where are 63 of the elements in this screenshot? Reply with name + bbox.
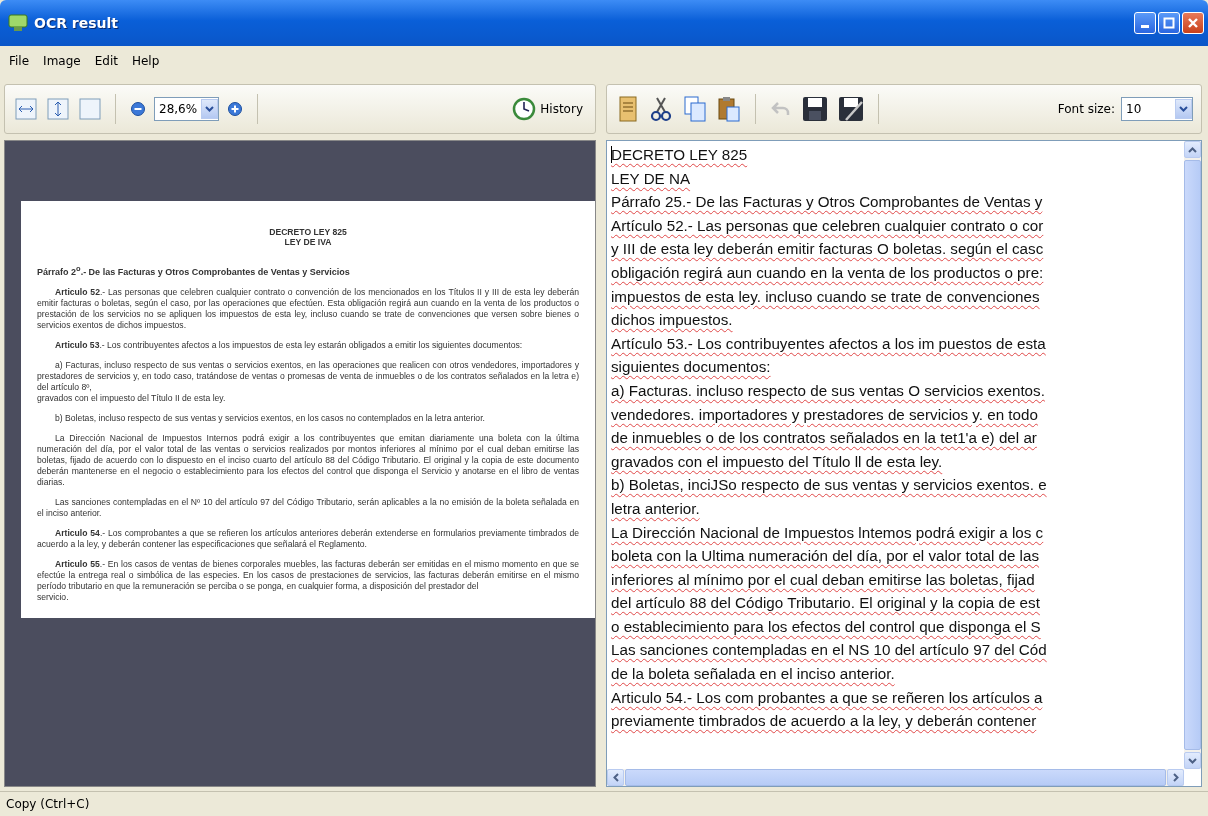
text-line: y III de esta ley deberán emitir facturas O boletas. según el casc — [611, 239, 1044, 260]
text-line: Las sanciones contempladas en el NS 10 del artículo 97 del Cód — [611, 640, 1047, 661]
document-paragraph: Las sanciones contempladas en el Nº 10 del artículo 97 del Código Tributario, serán aplicables a la no emisión de la boleta señalada en el inciso anterior. — [37, 497, 579, 519]
text-line: gravados con el impuesto del Título ll de esta ley. — [611, 451, 943, 472]
text-line: del artículo 88 del Código Tributario. El original y la copia de est — [611, 593, 1040, 614]
text-line: LEY DE NA — [611, 168, 691, 189]
text-editor[interactable] — [606, 140, 1202, 787]
maximize-icon — [1163, 17, 1175, 29]
zoom-out-button[interactable] — [128, 99, 148, 119]
text-line: Artículo 52.- Las personas que celebren cualquier contrato o cor — [611, 215, 1044, 236]
document-paragraph: gravados con el impuesto del Título II de esta ley. — [37, 393, 227, 404]
minimize-icon — [1141, 25, 1149, 28]
menu-item[interactable]: File — [4, 52, 35, 70]
close-button[interactable] — [1182, 12, 1204, 34]
minimize-button[interactable] — [1134, 12, 1156, 34]
text-line: vendedores. importadores y prestadores de servicios y. en todo — [611, 404, 1038, 425]
text-line: de la boleta señalada en el inciso anterior. — [611, 664, 895, 685]
text-line: previamente timbrados de acuerdo a la ley, y deberán contener — [611, 711, 1037, 732]
scroll-up-button[interactable] — [1184, 141, 1201, 158]
font-size-label: Font size: — [1057, 102, 1115, 116]
text-line: DECRETO LEY 825 — [611, 145, 748, 165]
text-line: inferiores al mínimo por el cual deban emitirse las boletas, fijad — [611, 569, 1035, 590]
monitor-icon — [8, 14, 28, 32]
save-button[interactable] — [800, 94, 830, 124]
menu-item[interactable]: Help — [126, 52, 165, 70]
close-icon — [1187, 17, 1199, 29]
document-paragraph: Articulo 54.- Los comprobantes a que se refieren los artículos anteriores deberán extenderse en formularios previamente timbrados de acuerdo a la ley, y deberán contener las especificaciones que señalará el Reglamento. — [37, 528, 579, 550]
document-paragraph: Articulo 53.- Los contribuyentes afectos a los impuestos de esta ley estarán obligados a emitir los siguientes documentos: — [54, 340, 524, 351]
window-title: OCR result — [34, 15, 120, 31]
text-line: de inmuebles o de los contratos señalados en la tet1'a e) del ar — [611, 428, 1037, 449]
scroll-left-button[interactable] — [607, 769, 624, 786]
history-button[interactable]: History — [508, 95, 587, 123]
font-size-dropdown[interactable]: 10 — [1121, 97, 1193, 121]
text-line: dichos impuestos. — [611, 310, 733, 331]
paste-button[interactable] — [715, 94, 743, 124]
text-line: Articulo 54.- Los com probantes a que se reñeren los artículos a — [611, 687, 1043, 708]
scroll-right-button[interactable] — [1167, 769, 1184, 786]
save-as-button[interactable] — [836, 94, 866, 124]
text-line: siguientes documentos: — [611, 357, 771, 378]
document-paragraph: Articulo 52.- Las personas que celebren cualquier contrato o convención de los mencionados en los Títulos II y III de esta ley deberán emitir facturas o boletas, según el caso, por las operaciones que efectúen. Esta obligación regirá aun cuando en la venta de los productos o prestación de los servicios no se apliquen los impuestos de esta ley, incluso cuando se trate de convenciones que versen sobre bienes o servicios exentos de dichos impuestos. — [37, 287, 579, 331]
document-paragraph: servicio. — [37, 592, 70, 603]
clock-icon — [512, 97, 537, 121]
text-line: La Dirección Nacional de Impuestos lntemos podrá exigir a los c — [611, 522, 1044, 543]
text-line: a) Facturas. incluso respecto de sus ventas O servicios exentos. — [611, 380, 1045, 401]
scroll-down-button[interactable] — [1184, 752, 1201, 769]
text-line: obligación regirá aun cuando en la venta de los productos o pre: — [611, 262, 1044, 283]
document-paragraph: b) Boletas, incluso respecto de sus ventas y servicios exentos, en los casos no contemplados en la letra anterior. — [54, 413, 486, 424]
text-line: letra anterior. — [611, 498, 700, 519]
text-line: boleta con la Ultima numeración del día, por el valor total de las — [611, 546, 1040, 567]
text-line: impuestos de esta ley. incluso cuando se trate de convenciones — [611, 286, 1040, 307]
menu-item[interactable]: Image — [38, 52, 86, 70]
document-heading: Párrafo 2$^{o}$.- De las Facturas y Otros Comprobantes de Ventas y Servicios — [37, 263, 351, 278]
text-line: Párrafo 25.- De las Facturas y Otros Comprobantes de Ventas y — [611, 192, 1043, 213]
text-line: b) Boletas, inciJSo respecto de sus ventas y servicios exentos. e — [611, 475, 1047, 496]
document-title: DECRETO LEY 825 — [268, 227, 348, 237]
menu-item[interactable]: Edit — [89, 52, 123, 70]
text-line: Artículo 53.- Los contribuyentes afectos a los im puestos de esta — [611, 333, 1046, 354]
zoom-dropdown[interactable]: 28,6% — [154, 97, 220, 121]
document-paragraph: La Dirección Nacional de Impuestos Internos podrá exigir a los contribuyentes que emitan diariamente una boleta con la última numeración del día, por el valor total de las ventas o servicios realizados por montos inferiores al mínimo por el cual deban emitirse las boletas, fijado de acuerdo con lo dispuesto en el inciso cuarto del artículo 88 del Código Tributario. El original y la copia de este documento deberán mantenerse en el negocio o establecimiento para los efectos del control que disponga el Servicio y anotarse en el libro de ventas diarias. — [37, 433, 579, 488]
document-title: LEY DE IVA — [283, 237, 333, 247]
text-line: o establecimiento para los efectos del control que disponga el S — [611, 616, 1041, 637]
status-text: Copy (Ctrl+C) — [6, 797, 90, 811]
maximize-button[interactable] — [1158, 12, 1180, 34]
